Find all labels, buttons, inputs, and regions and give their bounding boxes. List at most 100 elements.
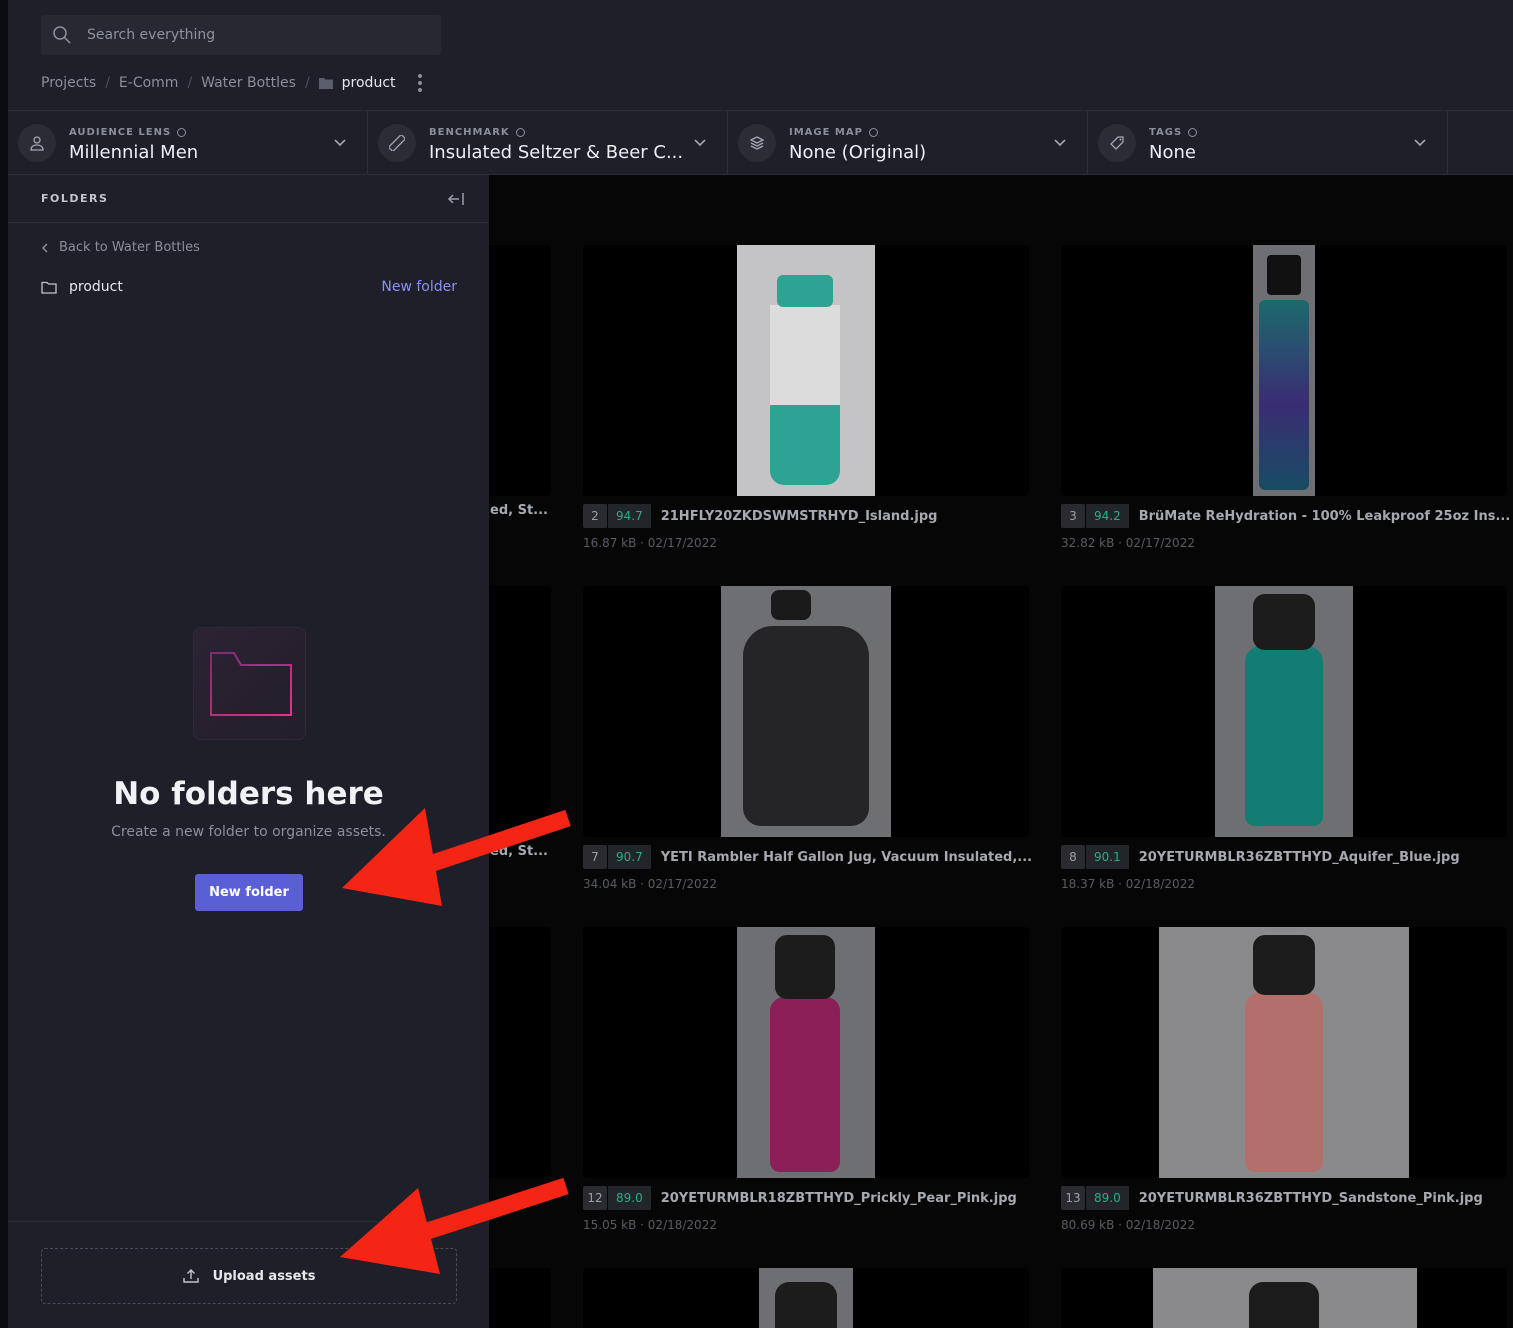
search-placeholder: Search everything [87, 27, 216, 43]
breadcrumb-separator: / [187, 75, 193, 91]
empty-state-subtitle: Create a new folder to organize assets. [111, 824, 386, 840]
folders-panel: FOLDERS Back to Water Bottles product Ne… [8, 175, 489, 1328]
product-image [737, 245, 875, 496]
top-header: Search everything Projects / E-Comm / Wa… [8, 0, 1513, 111]
filter-audience-lens[interactable]: AUDIENCE LENS Millennial Men [8, 111, 368, 174]
folders-title: FOLDERS [41, 192, 109, 205]
asset-meta: 7 90.7 YETI Rambler Half Gallon Jug, Vac… [583, 845, 1032, 869]
folders-panel-footer: Upload assets [8, 1221, 489, 1328]
filter-label: BENCHMARK [429, 127, 525, 138]
chevron-down-icon[interactable] [333, 136, 347, 150]
ruler-icon [378, 124, 416, 162]
layers-icon [738, 124, 776, 162]
filter-label: TAGS [1149, 127, 1198, 138]
search-icon [53, 26, 71, 44]
asset-grid: ed, St... 2 94.7 21HFLY20ZKDSWMSTRHYD_Is… [449, 175, 1513, 1328]
asset-thumbnail[interactable] [583, 245, 1029, 496]
back-link[interactable]: Back to Water Bottles [41, 240, 200, 255]
asset-size-date: 16.87 kB · 02/17/2022 [583, 536, 717, 550]
info-icon [177, 128, 187, 137]
asset-meta: 2 94.7 21HFLY20ZKDSWMSTRHYD_Island.jpg [583, 504, 937, 528]
asset-filename[interactable]: 21HFLY20ZKDSWMSTRHYD_Island.jpg [661, 509, 938, 524]
product-image [1215, 586, 1353, 837]
asset-size-date: 18.37 kB · 02/18/2022 [1061, 877, 1195, 891]
folder-name[interactable]: product [69, 279, 123, 295]
breadcrumb-e-comm[interactable]: E-Comm [119, 75, 179, 91]
asset-meta: 8 90.1 20YETURMBLR36ZBTTHYD_Aquifer_Blue… [1061, 845, 1460, 869]
search-input[interactable]: Search everything [41, 15, 441, 55]
breadcrumb-projects[interactable]: Projects [41, 75, 96, 91]
breadcrumb-current: product [341, 75, 396, 91]
asset-thumbnail[interactable] [1061, 245, 1507, 496]
asset-thumbnail[interactable] [1061, 927, 1507, 1178]
asset-meta: 12 89.0 20YETURMBLR18ZBTTHYD_Prickly_Pea… [583, 1186, 1017, 1210]
asset-score: 89.0 [1086, 1186, 1129, 1210]
empty-state-title: No folders here [113, 776, 384, 812]
asset-filename[interactable]: 20YETURMBLR36ZBTTHYD_Aquifer_Blue.jpg [1139, 850, 1460, 865]
asset-meta: 3 94.2 BrüMate ReHydration - 100% Leakpr… [1061, 504, 1510, 528]
asset-filename[interactable]: BrüMate ReHydration - 100% Leakproof 25o… [1139, 509, 1511, 524]
back-label: Back to Water Bottles [59, 240, 200, 255]
asset-meta: ed, St... [490, 503, 548, 518]
window-edge [0, 0, 8, 1328]
asset-thumbnail[interactable] [583, 927, 1029, 1178]
product-image [1153, 1268, 1417, 1328]
asset-index: 7 [583, 845, 607, 869]
filter-value: None (Original) [789, 142, 927, 163]
asset-score: 90.7 [608, 845, 651, 869]
asset-size-date: 32.82 kB · 02/17/2022 [1061, 536, 1195, 550]
asset-thumbnail[interactable] [1061, 1268, 1507, 1328]
filter-value: Insulated Seltzer & Beer C... [429, 142, 684, 163]
folder-icon [210, 652, 292, 716]
asset-thumbnail[interactable] [583, 586, 1029, 837]
asset-score: 94.2 [1086, 504, 1129, 528]
filter-value: None [1149, 142, 1196, 163]
asset-filename[interactable]: ed, St... [490, 503, 548, 518]
product-image [1159, 927, 1409, 1178]
breadcrumb-water-bottles[interactable]: Water Bottles [201, 75, 296, 91]
empty-folder-illustration [193, 627, 306, 740]
asset-index: 8 [1061, 845, 1085, 869]
more-options-icon[interactable] [417, 74, 422, 92]
new-folder-link[interactable]: New folder [381, 279, 457, 295]
chevron-left-icon [41, 242, 48, 253]
collapse-panel-icon[interactable] [447, 191, 465, 207]
product-image [1253, 245, 1315, 496]
new-folder-button[interactable]: New folder [195, 874, 303, 911]
asset-meta: 13 89.0 20YETURMBLR36ZBTTHYD_Sandstone_P… [1061, 1186, 1483, 1210]
asset-score: 90.1 [1086, 845, 1129, 869]
asset-filename[interactable]: ed, St... [490, 844, 548, 859]
breadcrumb: Projects / E-Comm / Water Bottles / prod… [41, 73, 422, 93]
chevron-down-icon[interactable] [1413, 136, 1427, 150]
info-icon [1188, 128, 1198, 137]
asset-filename[interactable]: YETI Rambler Half Gallon Jug, Vacuum Ins… [661, 850, 1032, 865]
chevron-down-icon[interactable] [693, 136, 707, 150]
asset-meta: ed, St... [490, 844, 548, 859]
asset-index: 3 [1061, 504, 1085, 528]
current-folder-row: product New folder [41, 276, 457, 298]
user-icon [18, 124, 56, 162]
filter-label: IMAGE MAP [789, 127, 878, 138]
filter-image-map[interactable]: IMAGE MAP None (Original) [728, 111, 1088, 174]
product-image [759, 1268, 853, 1328]
upload-assets-button[interactable]: Upload assets [41, 1248, 457, 1304]
upload-label: Upload assets [212, 1268, 316, 1284]
asset-filename[interactable]: 20YETURMBLR18ZBTTHYD_Prickly_Pear_Pink.j… [661, 1191, 1017, 1206]
asset-thumbnail[interactable] [583, 1268, 1029, 1328]
info-icon [515, 128, 525, 137]
asset-thumbnail[interactable] [1061, 586, 1507, 837]
breadcrumb-separator: / [105, 75, 110, 91]
chevron-down-icon[interactable] [1053, 136, 1067, 150]
filter-benchmark[interactable]: BENCHMARK Insulated Seltzer & Beer C... [368, 111, 728, 174]
filter-value: Millennial Men [69, 142, 199, 163]
asset-filename[interactable]: 20YETURMBLR36ZBTTHYD_Sandstone_Pink.jpg [1139, 1191, 1483, 1206]
asset-size-date: 15.05 kB · 02/18/2022 [583, 1218, 717, 1232]
filter-tags[interactable]: TAGS None [1088, 111, 1448, 174]
app-window: Search everything Projects / E-Comm / Wa… [0, 0, 1513, 1328]
filter-bar: AUDIENCE LENS Millennial Men BENCHMARK I… [8, 111, 1513, 175]
breadcrumb-separator: / [304, 75, 310, 91]
asset-score: 94.7 [608, 504, 651, 528]
asset-size-date: 80.69 kB · 02/18/2022 [1061, 1218, 1195, 1232]
product-image [737, 927, 875, 1178]
folder-outline-icon [41, 281, 57, 294]
